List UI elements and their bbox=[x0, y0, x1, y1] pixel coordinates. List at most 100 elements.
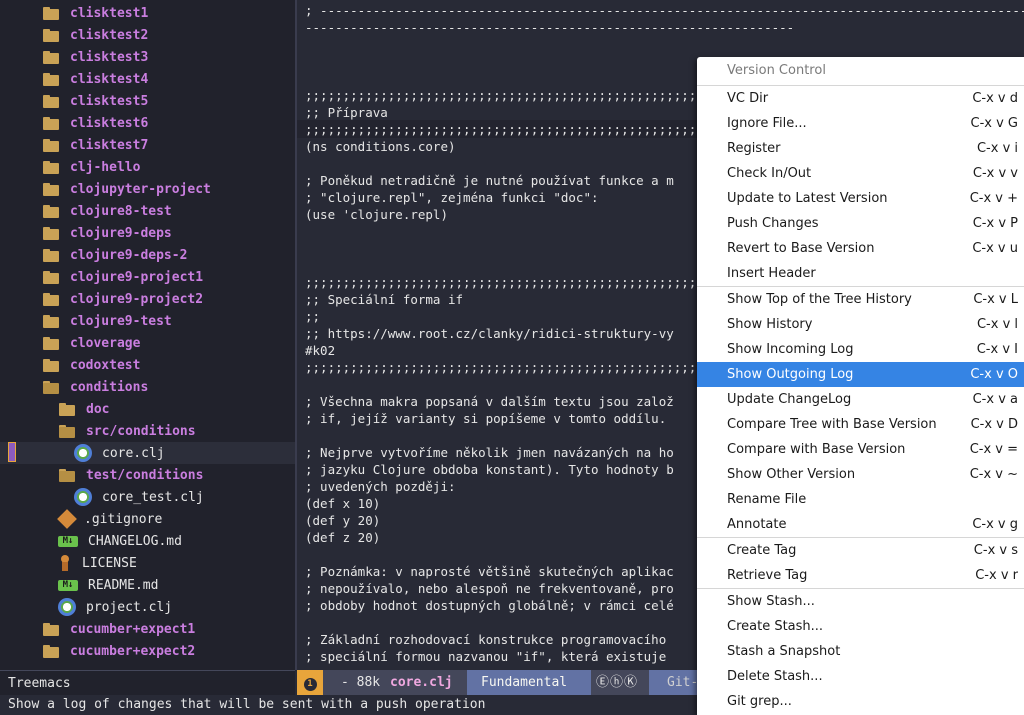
menu-item-retrieve-tag[interactable]: Retrieve Tag C-x v r bbox=[697, 563, 1024, 588]
menu-item-update-changelog[interactable]: Update ChangeLog C-x v a bbox=[697, 387, 1024, 412]
folder-icon bbox=[42, 246, 60, 264]
code-line: ; Všechna makra popsaná v dalším textu j… bbox=[305, 394, 674, 409]
minor-modes[interactable]: ⒺⓗⓀ bbox=[596, 670, 638, 695]
tree-item[interactable]: clisktest6 bbox=[0, 112, 295, 134]
code-line: ;;;;;;;;;;;;;;;;;;;;;;;;;;;;;;;;;;;;;;;;… bbox=[305, 275, 712, 290]
treemacs-sidebar: clisktest1 clisktest2 clisktest3 clisktest4… bbox=[0, 0, 295, 670]
tree-item[interactable]: core_test.clj bbox=[0, 486, 295, 508]
major-mode-segment[interactable]: Fundamental bbox=[467, 670, 591, 695]
code-line: (ns conditions.core) bbox=[305, 139, 456, 154]
menu-item-label: Insert Header bbox=[727, 266, 816, 281]
tree-item[interactable]: clisktest3 bbox=[0, 46, 295, 68]
code-line: ; --------------------------------------… bbox=[305, 3, 1024, 18]
code-line: ; Základní rozhodovací konstrukce progra… bbox=[305, 632, 667, 647]
tree-item[interactable]: doc bbox=[0, 398, 295, 420]
tree-item[interactable]: cucumber+expect2 bbox=[0, 640, 295, 662]
menu-item-revert-to-base-version[interactable]: Revert to Base Version C-x v u bbox=[697, 236, 1024, 261]
tree-item[interactable]: clisktest1 bbox=[0, 2, 295, 24]
tree-item[interactable]: clojure9-test bbox=[0, 310, 295, 332]
menu-item-show-history[interactable]: Show History C-x v l bbox=[697, 312, 1024, 337]
menu-item-delete-stash[interactable]: Delete Stash... bbox=[697, 664, 1024, 689]
menu-item-label: Compare with Base Version bbox=[727, 442, 906, 457]
tree-item[interactable]: cucumber+expect1 bbox=[0, 618, 295, 640]
tree-item-label: clisktest6 bbox=[70, 115, 149, 131]
menu-title: Version Control bbox=[727, 63, 826, 78]
folder-open-icon bbox=[58, 422, 76, 440]
tree-item-label: CHANGELOG.md bbox=[88, 533, 182, 549]
menu-item-push-changes[interactable]: Push Changes C-x v P bbox=[697, 211, 1024, 236]
tree-item-label: doc bbox=[86, 401, 110, 417]
tree-item[interactable]: M↓ README.md bbox=[0, 574, 295, 596]
tree-item[interactable]: codoxtest bbox=[0, 354, 295, 376]
menu-item-label: Show Incoming Log bbox=[727, 342, 854, 357]
menu-item-show-incoming-log[interactable]: Show Incoming Log C-x v I bbox=[697, 337, 1024, 362]
menu-item-label: Ignore File... bbox=[727, 116, 807, 131]
tree-item[interactable]: clisktest5 bbox=[0, 90, 295, 112]
menu-item-annotate[interactable]: Annotate C-x v g bbox=[697, 512, 1024, 537]
menu-item-register[interactable]: Register C-x v i bbox=[697, 136, 1024, 161]
menu-item-rename-file[interactable]: Rename File bbox=[697, 487, 1024, 512]
tree-item[interactable]: clj-hello bbox=[0, 156, 295, 178]
tree-item[interactable]: test/conditions bbox=[0, 464, 295, 486]
tree-item-label: clisktest2 bbox=[70, 27, 149, 43]
tree-item[interactable]: project.clj bbox=[0, 596, 295, 618]
menu-item-check-in-out[interactable]: Check In/Out C-x v v bbox=[697, 161, 1024, 186]
tree-item[interactable]: clisktest2 bbox=[0, 24, 295, 46]
tree-item[interactable]: conditions bbox=[0, 376, 295, 398]
code-line: #k02 bbox=[305, 343, 336, 358]
menu-item-show-stash[interactable]: Show Stash... bbox=[697, 589, 1024, 614]
menu-item-show-top-of-the-tree-history[interactable]: Show Top of the Tree History C-x v L bbox=[697, 287, 1024, 312]
tree-item[interactable]: clojupyter-project bbox=[0, 178, 295, 200]
menu-item-compare-tree-with-base-version[interactable]: Compare Tree with Base Version C-x v D bbox=[697, 412, 1024, 437]
markdown-file-icon: M↓ bbox=[58, 579, 78, 591]
menu-item-shortcut: C-x v s bbox=[973, 543, 1018, 558]
menu-item-create-tag[interactable]: Create Tag C-x v s bbox=[697, 538, 1024, 563]
menu-item-label: Rename File bbox=[727, 492, 807, 507]
buffer-filename[interactable]: core.clj bbox=[390, 670, 453, 695]
tree-item[interactable]: clisktest7 bbox=[0, 134, 295, 156]
menu-item-shortcut: C-x v i bbox=[976, 141, 1018, 156]
tree-item[interactable]: clojure9-project1 bbox=[0, 266, 295, 288]
code-line: (def y 20) bbox=[305, 513, 381, 528]
folder-icon bbox=[42, 158, 60, 176]
tree-item[interactable]: M↓ CHANGELOG.md bbox=[0, 530, 295, 552]
code-line: (def z 20) bbox=[305, 530, 381, 545]
menu-item-compare-with-base-version[interactable]: Compare with Base Version C-x v = bbox=[697, 437, 1024, 462]
menu-item-shortcut: C-x v O bbox=[970, 367, 1018, 382]
code-line: ;;;;;;;;;;;;;;;;;;;;;;;;;;;;;;;;;;;;;;;;… bbox=[305, 88, 712, 103]
tree-item[interactable]: clojure9-project2 bbox=[0, 288, 295, 310]
tree-item[interactable]: src/conditions bbox=[0, 420, 295, 442]
menu-item-show-other-version[interactable]: Show Other Version C-x v ~ bbox=[697, 462, 1024, 487]
menu-item-insert-header[interactable]: Insert Header bbox=[697, 261, 1024, 286]
folder-icon bbox=[42, 290, 60, 308]
menu-item-vc-dir[interactable]: VC Dir C-x v d bbox=[697, 86, 1024, 111]
tree-item[interactable]: cloverage bbox=[0, 332, 295, 354]
menu-item-stash-a-snapshot[interactable]: Stash a Snapshot bbox=[697, 639, 1024, 664]
code-line: ;; bbox=[305, 309, 321, 324]
tree-item-label: clojure9-deps-2 bbox=[70, 247, 188, 263]
menu-item-label: Stash a Snapshot bbox=[727, 644, 841, 659]
tree-item[interactable]: core.clj bbox=[0, 442, 295, 464]
tree-item-label: test/conditions bbox=[86, 467, 204, 483]
menu-item-label: VC Dir bbox=[727, 91, 769, 106]
menu-item-ignore-file[interactable]: Ignore File... C-x v G bbox=[697, 111, 1024, 136]
tree-item[interactable]: clojure8-test bbox=[0, 200, 295, 222]
tree-item-label: README.md bbox=[88, 577, 159, 593]
tree-item[interactable]: LICENSE bbox=[0, 552, 295, 574]
menu-item-label: Show History bbox=[727, 317, 813, 332]
tree-item[interactable]: .gitignore bbox=[0, 508, 295, 530]
code-line: ; jazyku Clojure obdoba konstant). Tyto … bbox=[305, 462, 674, 477]
tree-item[interactable]: clojure9-deps-2 bbox=[0, 244, 295, 266]
tree-item[interactable]: clisktest4 bbox=[0, 68, 295, 90]
menu-item-label: Show Other Version bbox=[727, 467, 856, 482]
menu-item-label: Show Top of the Tree History bbox=[727, 292, 912, 307]
folder-icon bbox=[42, 620, 60, 638]
menu-item-update-to-latest-version[interactable]: Update to Latest Version C-x v + bbox=[697, 186, 1024, 211]
code-line: ; if, jejíž varianty si popíšeme v tomto… bbox=[305, 411, 667, 426]
menu-item-show-outgoing-log[interactable]: Show Outgoing Log C-x v O bbox=[697, 362, 1024, 387]
menu-item-git-grep[interactable]: Git grep... bbox=[697, 689, 1024, 714]
menu-item-create-stash[interactable]: Create Stash... bbox=[697, 614, 1024, 639]
folder-icon bbox=[42, 48, 60, 66]
tree-item[interactable]: clojure9-deps bbox=[0, 222, 295, 244]
major-mode: Fundamental bbox=[481, 675, 568, 690]
